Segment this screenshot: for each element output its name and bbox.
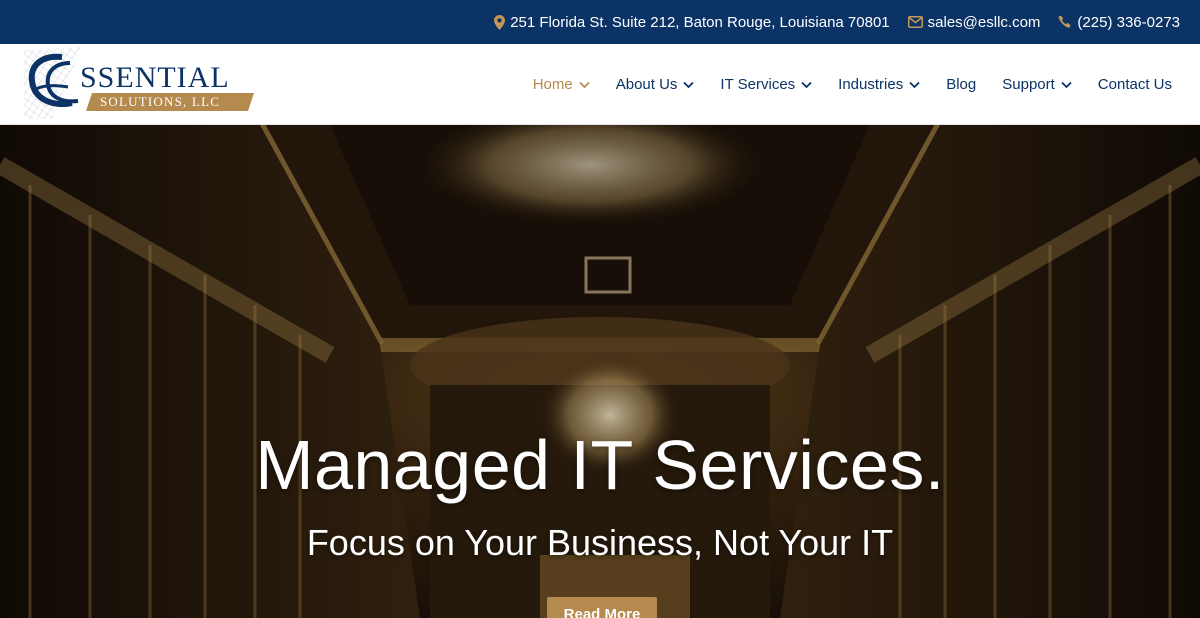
company-logo[interactable]: SSENTIAL SOLUTIONS, LLC — [22, 45, 262, 123]
nav-about-us[interactable]: About Us — [616, 76, 695, 93]
nav-it-services-label: IT Services — [720, 76, 796, 93]
nav-support[interactable]: Support — [1002, 76, 1072, 93]
address-item: 251 Florida St. Suite 212, Baton Rouge, … — [494, 13, 890, 31]
envelope-icon — [907, 16, 923, 28]
nav-contact-us[interactable]: Contact Us — [1098, 76, 1172, 93]
nav-home-label: Home — [532, 76, 573, 93]
nav-about-us-label: About Us — [615, 76, 678, 93]
nav-industries[interactable]: Industries — [838, 76, 920, 93]
hero-title: Managed IT Services. — [255, 426, 945, 504]
nav-contact-us-label: Contact Us — [1097, 76, 1172, 93]
nav-blog[interactable]: Blog — [946, 76, 976, 93]
hero-subtitle: Focus on Your Business, Not Your IT — [306, 522, 894, 563]
email-item[interactable]: sales@esllc.com — [907, 14, 1041, 31]
logo-line2: SOLUTIONS, LLC — [100, 94, 220, 109]
read-more-button[interactable]: Read More — [547, 597, 657, 618]
logo-line1: SSENTIAL — [80, 61, 230, 94]
nav-home[interactable]: Home — [533, 76, 590, 93]
address-text: 251 Florida St. Suite 212, Baton Rouge, … — [510, 13, 890, 31]
phone-icon — [1058, 15, 1072, 29]
phone-link[interactable]: (225) 336-0273 — [1077, 14, 1180, 31]
hero-section: Managed IT Services. Focus on Your Busin… — [0, 125, 1200, 618]
site-header: SSENTIAL SOLUTIONS, LLC Home About Us IT… — [0, 44, 1200, 125]
nav-it-services[interactable]: IT Services — [720, 76, 812, 93]
chevron-down-icon — [579, 81, 590, 88]
map-pin-icon — [494, 14, 506, 30]
nav-industries-label: Industries — [838, 76, 904, 93]
chevron-down-icon — [1061, 81, 1072, 88]
chevron-down-icon — [909, 81, 920, 88]
phone-item[interactable]: (225) 336-0273 — [1058, 14, 1180, 31]
chevron-down-icon — [801, 81, 812, 88]
main-nav: Home About Us IT Services Industries Blo… — [533, 44, 1172, 125]
nav-support-label: Support — [1002, 76, 1055, 93]
chevron-down-icon — [683, 81, 695, 88]
nav-blog-label: Blog — [946, 76, 977, 93]
top-contact-bar: 251 Florida St. Suite 212, Baton Rouge, … — [0, 0, 1200, 44]
email-link[interactable]: sales@esllc.com — [928, 14, 1041, 31]
